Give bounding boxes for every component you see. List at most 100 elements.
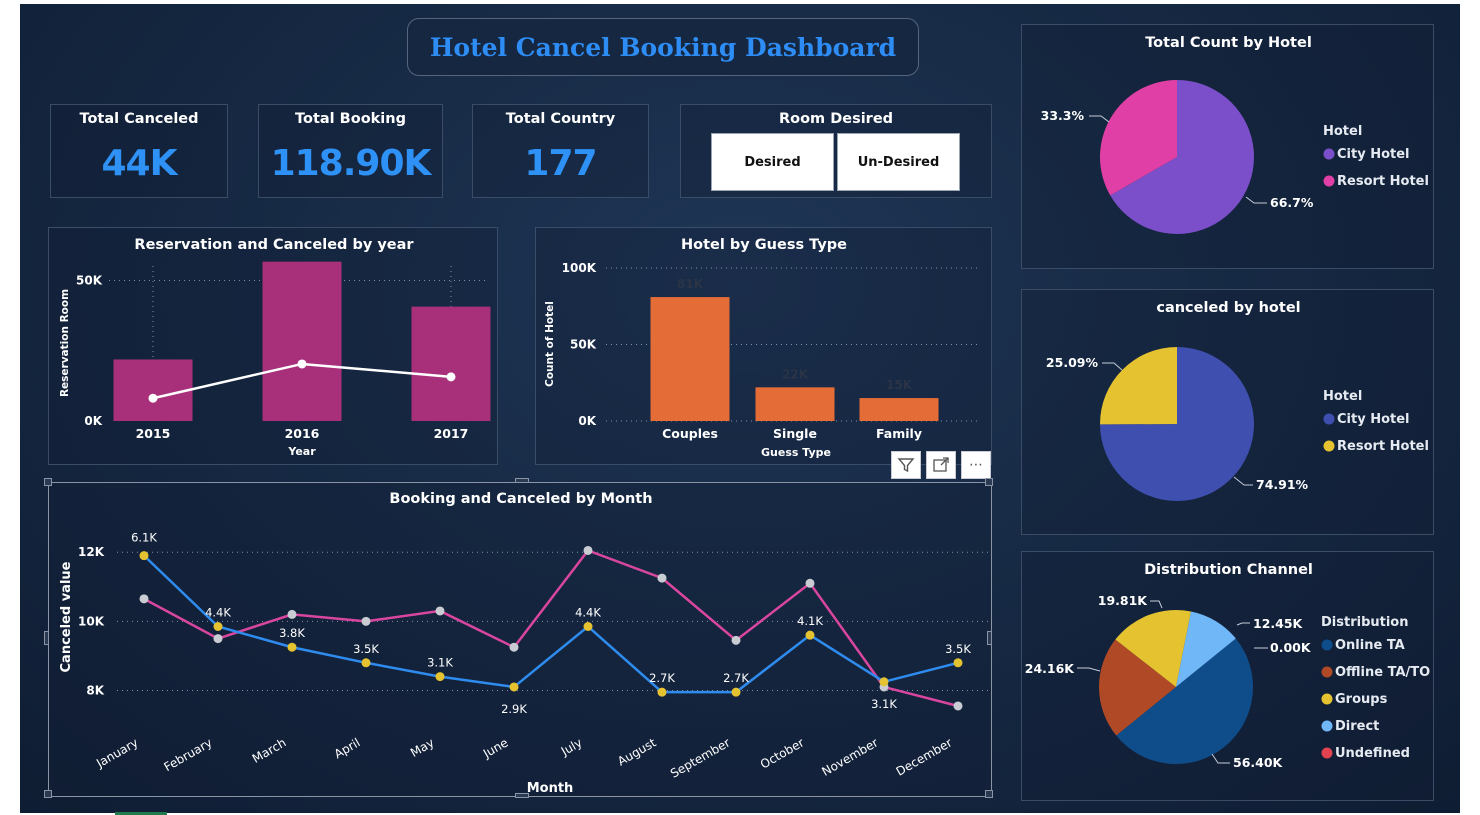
canceled-by-hotel-svg: canceled by hotel 74.91% 25.09% Hotel City H… <box>1046 300 1429 501</box>
y-axis-title: Count of Hotel <box>544 301 556 387</box>
kpi-total-canceled-card[interactable]: Total Canceled 44K <box>50 104 228 198</box>
resize-handle-top-left[interactable] <box>44 478 52 486</box>
y-tick-label: 50K <box>570 338 597 352</box>
legend-marker <box>1321 639 1333 651</box>
more-options-glyph: ⋯ <box>969 457 983 473</box>
pink-series-point <box>583 545 593 555</box>
y-tick-label: 100K <box>562 261 597 275</box>
legend-title: Hotel <box>1323 389 1362 404</box>
distribution-channel-svg: Distribution Channel 56.40K 24.16K 19.81K 12… <box>1025 562 1430 770</box>
chart-title: Hotel by Guess Type <box>681 237 847 253</box>
legend-marker <box>1323 148 1335 160</box>
booking-by-month-chart[interactable]: Booking and Canceled by Month 8K 10K 12K 6.1… <box>48 482 992 797</box>
resize-handle-top[interactable] <box>515 478 529 483</box>
x-axis-title: Month <box>527 781 574 796</box>
canceled-by-hotel-chart[interactable]: canceled by hotel 74.91% 25.09% Hotel City H… <box>1021 289 1434 535</box>
data-label: 33.3% <box>1041 108 1085 123</box>
legend-item: City Hotel <box>1337 147 1410 162</box>
x-tick-label: August <box>615 735 659 768</box>
un-desired-button[interactable]: Un-Desired <box>837 133 960 191</box>
legend-item: Undefined <box>1335 746 1410 761</box>
pink-series-point <box>287 609 297 619</box>
pink-series-point <box>361 616 371 626</box>
x-tick-label: Couples <box>662 426 718 441</box>
resize-handle-bottom[interactable] <box>515 793 529 798</box>
pie-slice <box>1100 347 1177 425</box>
resize-handle-bottom-right[interactable] <box>985 790 993 798</box>
blue-series-point <box>953 658 963 668</box>
kpi-label: Total Booking <box>295 111 406 127</box>
focus-mode-icon[interactable] <box>926 451 956 479</box>
data-label: 56.40K <box>1233 755 1284 770</box>
leader-line <box>1233 476 1253 486</box>
resize-handle-top-right[interactable] <box>985 478 993 486</box>
pink-series-line <box>143 548 959 708</box>
bar <box>650 297 730 421</box>
data-label: 4.4K <box>575 606 601 620</box>
chart-title: Total Count by Hotel <box>1145 35 1312 51</box>
y-axis-title: Canceled value <box>59 561 74 672</box>
dashboard-canvas: Hotel Cancel Booking Dashboard Total Can… <box>20 4 1460 813</box>
hotel-by-guest-type-chart[interactable]: Hotel by Guess Type 0K 50K 100K 81K 22K 15K Cou… <box>535 227 992 465</box>
y-tick-label: 8K <box>86 683 104 697</box>
data-label: 25.09% <box>1046 355 1099 370</box>
kpi-total-country-card[interactable]: Total Country 177 <box>472 104 649 198</box>
legend-title: Hotel <box>1323 124 1362 139</box>
x-tick-label: January <box>93 735 140 770</box>
resize-handle-left[interactable] <box>44 631 49 645</box>
resize-handle-right[interactable] <box>987 631 992 645</box>
pink-series-point <box>953 701 963 711</box>
blue-series-point <box>805 630 815 640</box>
filter-icon[interactable] <box>891 451 921 479</box>
x-tick-label: Family <box>876 426 922 441</box>
x-tick-label: 2017 <box>434 426 469 441</box>
slicer-title: Room Desired <box>778 111 894 127</box>
legend-marker <box>1323 440 1335 452</box>
more-options-icon[interactable]: ⋯ <box>961 451 991 479</box>
line-point <box>446 372 456 382</box>
leader-line <box>1150 600 1163 609</box>
x-tick-label: Single <box>773 426 817 441</box>
bar <box>113 359 193 421</box>
blue-series-point <box>361 658 371 668</box>
pink-series-point <box>509 642 519 652</box>
x-tick-label: October <box>758 735 807 771</box>
legend-item: City Hotel <box>1337 412 1410 427</box>
pink-series-point <box>805 578 815 588</box>
blue-series-point <box>583 622 593 631</box>
y-tick-label: 0K <box>578 414 596 428</box>
data-label: 81K <box>677 277 704 291</box>
desired-button[interactable]: Desired <box>711 133 834 191</box>
pink-series-point <box>213 634 223 644</box>
bar <box>859 398 939 421</box>
line-point <box>297 359 307 369</box>
y-tick-label: 50K <box>76 273 103 287</box>
legend-title: Distribution <box>1321 615 1408 630</box>
y-axis-title: Reservation Room <box>59 289 71 397</box>
line-point <box>148 393 158 403</box>
x-tick-label: May <box>408 735 436 760</box>
x-axis-title: Guess Type <box>761 446 831 459</box>
blue-series-point <box>213 622 223 631</box>
legend-item: Resort Hotel <box>1337 174 1429 189</box>
data-label: 3.5K <box>945 642 971 656</box>
data-label: 3.8K <box>279 626 305 640</box>
room-desired-slicer: Room Desired Desired Un-Desired <box>680 104 992 198</box>
kpi-value: 118.90K <box>270 143 432 184</box>
distribution-channel-chart[interactable]: Distribution Channel 56.40K 24.16K 19.81K 12… <box>1021 551 1434 801</box>
reservation-by-year-chart[interactable]: Reservation and Canceled by year 0K 50K 201… <box>48 227 498 465</box>
legend-marker <box>1321 747 1333 759</box>
kpi-total-booking-card[interactable]: Total Booking 118.90K <box>258 104 443 198</box>
bar <box>755 387 835 421</box>
legend-item: Direct <box>1335 719 1379 734</box>
data-label: 22K <box>782 367 809 381</box>
leader-line <box>1102 362 1123 371</box>
data-label: 66.7% <box>1270 195 1314 210</box>
resize-handle-bottom-left[interactable] <box>44 790 52 798</box>
dashboard-title-banner: Hotel Cancel Booking Dashboard <box>407 18 919 76</box>
booking-by-month-svg: Booking and Canceled by Month 8K 10K 12K 6.1… <box>59 491 989 796</box>
total-count-by-hotel-chart[interactable]: Total Count by Hotel 66.7% 33.3% Hotel City … <box>1021 24 1434 269</box>
x-tick-label: September <box>668 735 732 780</box>
data-label: 24.16K <box>1025 661 1076 676</box>
x-tick-label: December <box>894 735 955 778</box>
